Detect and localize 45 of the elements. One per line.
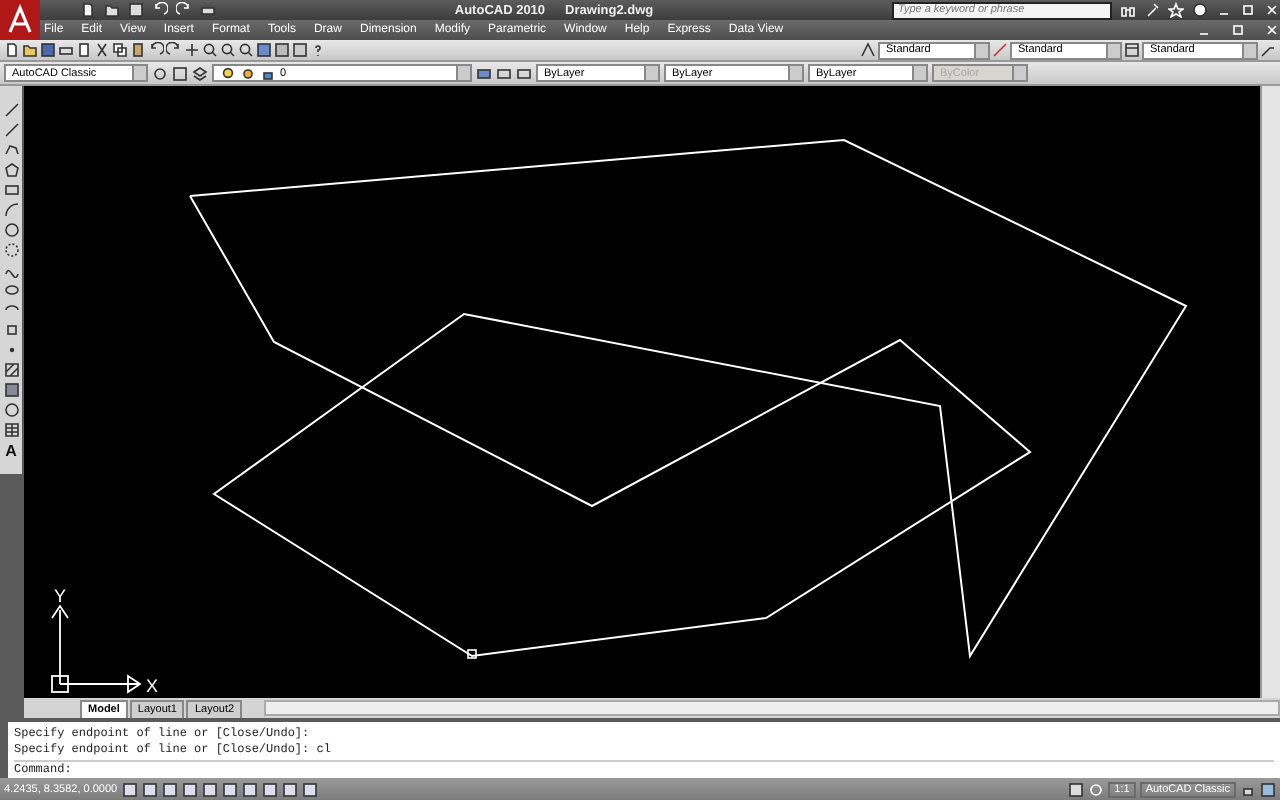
- endpoint-marker: [467, 649, 477, 659]
- pan-icon[interactable]: [184, 42, 200, 58]
- zoom-previous-icon[interactable]: [238, 42, 254, 58]
- ucs-axes-icon: [51, 604, 142, 693]
- x-axis-label: X: [146, 676, 159, 696]
- line-icon[interactable]: [3, 102, 19, 118]
- workspace-settings-icon[interactable]: [152, 65, 168, 81]
- multileader-style-icon[interactable]: [1260, 42, 1276, 58]
- make-current-icon[interactable]: [476, 65, 492, 81]
- dimension-style-icon[interactable]: [992, 42, 1008, 58]
- circle-icon[interactable]: [3, 222, 19, 238]
- text-style-icon[interactable]: [860, 42, 876, 58]
- undo-icon[interactable]: [148, 42, 164, 58]
- sun-icon[interactable]: [240, 65, 256, 81]
- close-icon[interactable]: [1264, 22, 1280, 38]
- redo-icon[interactable]: [166, 42, 182, 58]
- clipboard-icon[interactable]: [130, 42, 146, 58]
- cloud-icon[interactable]: [3, 242, 19, 258]
- binoculars-icon[interactable]: [1120, 2, 1136, 18]
- ellipse-icon[interactable]: [3, 282, 19, 298]
- rectangle-icon[interactable]: [3, 182, 19, 198]
- scissors-icon[interactable]: [94, 42, 110, 58]
- close-icon[interactable]: [1264, 2, 1280, 18]
- block-icon[interactable]: [3, 322, 19, 338]
- star-icon[interactable]: [1168, 2, 1184, 18]
- table-style-icon[interactable]: [1124, 42, 1140, 58]
- bulb-icon[interactable]: [220, 65, 236, 81]
- copy-icon[interactable]: [112, 42, 128, 58]
- y-axis-label: Y: [54, 586, 67, 606]
- arc-icon[interactable]: [3, 202, 19, 218]
- vertical-scrollbar[interactable]: [1260, 86, 1280, 698]
- zoom-window-icon[interactable]: [220, 42, 236, 58]
- hatch-icon[interactable]: [3, 362, 19, 378]
- drawing-canvas[interactable]: Y X: [24, 86, 1260, 698]
- multiline-text-tool[interactable]: A: [5, 442, 17, 460]
- polygon-icon[interactable]: [3, 162, 19, 178]
- maximize-icon[interactable]: [1240, 2, 1256, 18]
- wrench-icon[interactable]: [1144, 2, 1160, 18]
- table-icon[interactable]: [3, 422, 19, 438]
- save-icon[interactable]: [128, 2, 144, 18]
- horizontal-scrollbar[interactable]: [264, 700, 1280, 716]
- save-icon[interactable]: [40, 42, 56, 58]
- restore-icon[interactable]: [1230, 22, 1246, 38]
- layer-manager-icon[interactable]: [192, 65, 208, 81]
- app-logo-icon[interactable]: [0, 0, 40, 40]
